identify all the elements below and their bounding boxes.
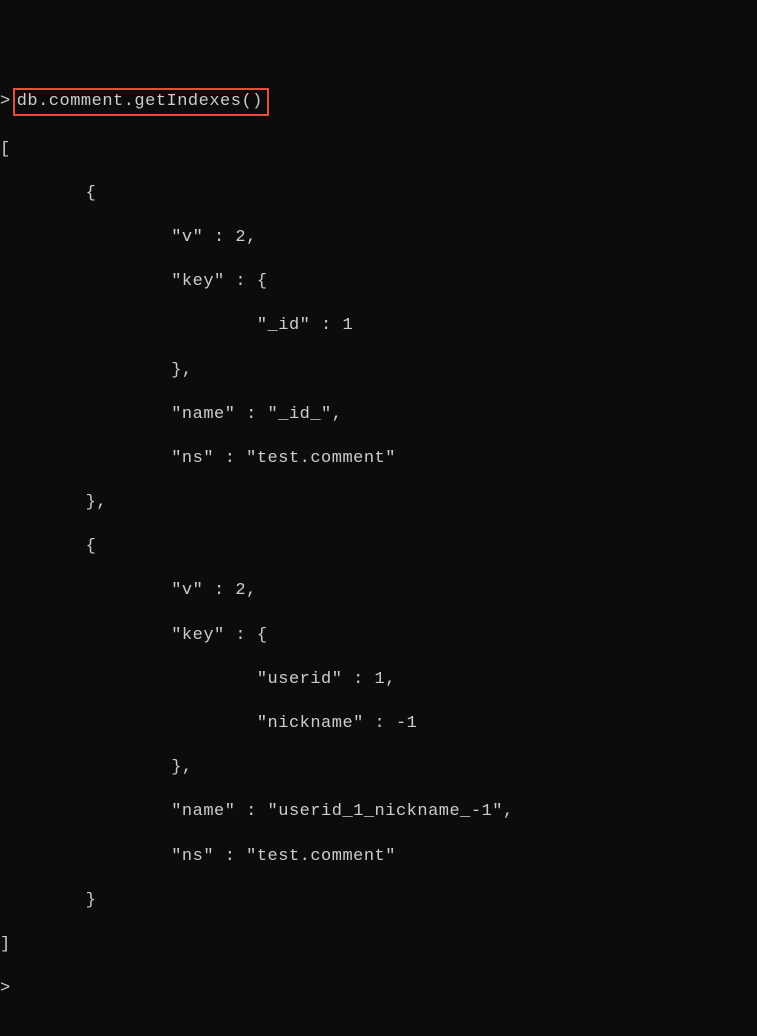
command-text: db.comment.getIndexes() bbox=[17, 92, 263, 111]
output-line: "key" : { bbox=[0, 271, 757, 293]
command-prompt-line[interactable]: > db.comment.getIndexes() bbox=[0, 88, 757, 116]
output-line: }, bbox=[0, 360, 757, 382]
output-line: } bbox=[0, 890, 757, 912]
output-line: { bbox=[0, 183, 757, 205]
output-line: "ns" : "test.comment" bbox=[0, 448, 757, 470]
output-bracket-open: [ bbox=[0, 139, 757, 161]
output-line: "key" : { bbox=[0, 625, 757, 647]
output-line: }, bbox=[0, 757, 757, 779]
output-line: { bbox=[0, 536, 757, 558]
bottom-prompt-line[interactable]: > bbox=[0, 978, 757, 1000]
output-bracket-close: ] bbox=[0, 934, 757, 956]
output-line: "v" : 2, bbox=[0, 580, 757, 602]
output-line: "name" : "userid_1_nickname_-1", bbox=[0, 801, 757, 823]
output-line: "v" : 2, bbox=[0, 227, 757, 249]
output-line: "userid" : 1, bbox=[0, 669, 757, 691]
output-line: "_id" : 1 bbox=[0, 315, 757, 337]
command-highlight-box: db.comment.getIndexes() bbox=[13, 88, 269, 116]
output-line: "ns" : "test.comment" bbox=[0, 846, 757, 868]
output-line: "nickname" : -1 bbox=[0, 713, 757, 735]
prompt-symbol: > bbox=[0, 91, 11, 113]
output-line: "name" : "_id_", bbox=[0, 404, 757, 426]
prompt-symbol: > bbox=[0, 979, 11, 998]
output-line: }, bbox=[0, 492, 757, 514]
